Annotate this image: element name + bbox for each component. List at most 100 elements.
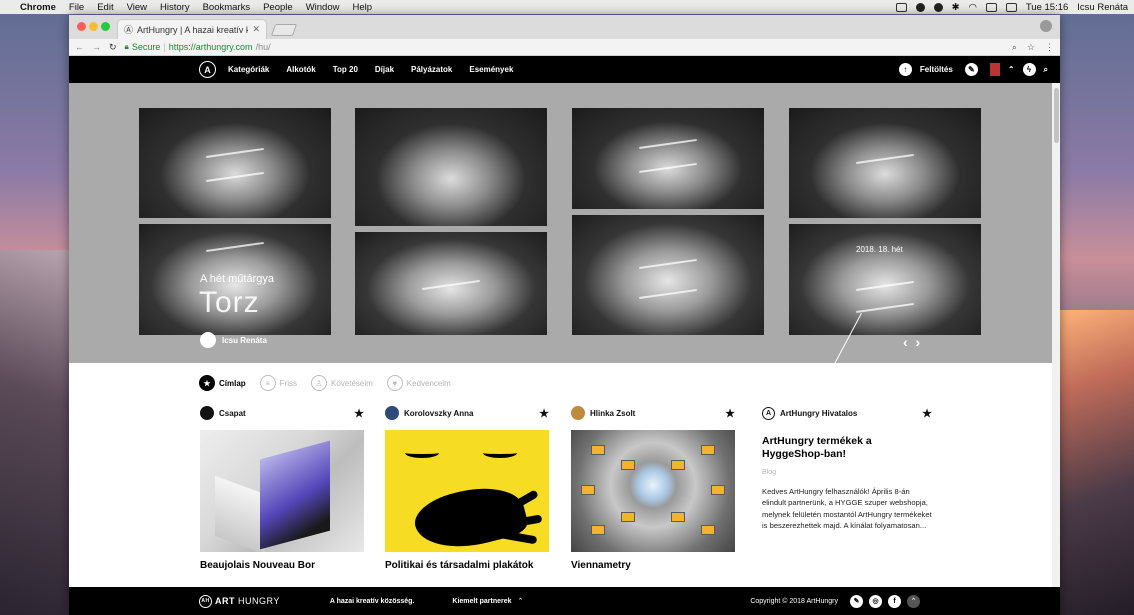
menu-window[interactable]: Window [306, 2, 340, 13]
card-title[interactable]: Viennametry [571, 560, 735, 571]
card-image[interactable] [200, 430, 364, 552]
filter-koveteseim[interactable]: ♙ Követéseim [311, 375, 373, 391]
scroll-top-icon[interactable]: ⌃ [907, 594, 920, 608]
facebook-icon[interactable]: f [888, 594, 901, 608]
instagram-icon[interactable]: ◎ [869, 594, 882, 608]
hero-photo-4-top [789, 108, 981, 218]
nav-alkotok[interactable]: Alkotók [286, 65, 315, 74]
chevron-up-icon[interactable]: ⌃ [518, 597, 524, 605]
caret-up-icon[interactable]: ⌃ [1008, 65, 1015, 74]
battery-icon[interactable] [1005, 2, 1017, 12]
dropbox-icon[interactable] [915, 2, 925, 12]
wifi-icon[interactable]: ◠ [969, 2, 977, 13]
user-avatar[interactable] [989, 63, 1000, 76]
upload-label[interactable]: Feltöltés [920, 65, 953, 74]
zoom-window-button[interactable] [101, 22, 110, 31]
nav-dijak[interactable]: Díjak [375, 65, 394, 74]
hero-author[interactable]: Icsu Renáta [200, 332, 267, 348]
filter-kedvenceim[interactable]: ♥ Kedvenceim [386, 375, 451, 391]
browser-tab-arthungry[interactable]: Ⓐ ArtHungry | A hazai kreatív kö ✕ [117, 19, 267, 39]
blog-category[interactable]: Blog [762, 469, 932, 476]
bluetooth-icon[interactable]: ✱ [952, 2, 960, 13]
person-icon: ♙ [311, 375, 327, 391]
address-bar[interactable]: 🔒︎ Secure | https://arthungry.com/hu/ [125, 41, 1004, 54]
menu-view[interactable]: View [127, 2, 147, 13]
card-author[interactable]: Csapat [219, 409, 246, 418]
timer-icon[interactable] [933, 2, 943, 12]
author-avatar[interactable] [385, 406, 399, 420]
site-footer: AH ART HUNGRY A hazai kreatív közösség. K… [69, 587, 1060, 615]
close-tab-icon[interactable]: ✕ [252, 24, 260, 35]
author-avatar[interactable] [200, 406, 214, 420]
menu-help[interactable]: Help [352, 2, 372, 13]
airplay-icon[interactable] [985, 2, 997, 12]
hero-kicker: A hét műtárgya [200, 273, 274, 285]
menu-file[interactable]: File [69, 2, 84, 13]
list-icon: ≡ [259, 375, 276, 391]
pencil-icon[interactable]: ✎ [850, 594, 863, 608]
arthungry-logo-icon[interactable]: A [199, 61, 216, 78]
menu-bookmarks[interactable]: Bookmarks [203, 2, 251, 13]
reload-icon[interactable]: ↻ [109, 42, 117, 53]
author-avatar[interactable] [571, 406, 585, 420]
page-scrollbar-thumb[interactable] [1054, 88, 1059, 143]
feed-card[interactable]: Hlinka Zsolt ★ Viennametry [571, 405, 735, 571]
blog-card[interactable]: A ArtHungry Hivatalos ★ ArtHungry termék… [762, 405, 932, 532]
feed-card[interactable]: Korolovszky Anna ★ Politikai és társadal… [385, 405, 549, 571]
footer-logo[interactable]: AH ART HUNGRY [199, 594, 280, 608]
menu-kebab-icon[interactable]: ⋮ [1045, 42, 1054, 53]
nav-kategoriak[interactable]: Kategóriák [228, 65, 269, 74]
pencil-icon[interactable]: ✎ [964, 63, 978, 76]
page-scrollbar[interactable] [1052, 83, 1060, 587]
blog-title[interactable]: ArtHungry termékek a HyggeShop-ban! [762, 435, 932, 461]
favorite-star-icon[interactable]: ★ [922, 407, 932, 420]
feed-filters: ★ Címlap ≡ Friss ♙ Követéseim ♥ Kedvence… [199, 375, 451, 391]
mountain-left [0, 250, 70, 615]
nav-palyazatok[interactable]: Pályázatok [411, 65, 452, 74]
creative-cloud-icon[interactable] [895, 2, 907, 12]
filter-label: Kedvenceim [406, 378, 451, 388]
clock[interactable]: Tue 15:16 [1026, 2, 1068, 13]
lightning-icon[interactable]: ϟ [1022, 63, 1036, 76]
blog-excerpt: Kedves ArtHungry felhasználók! Április 8… [762, 487, 932, 531]
favorite-star-icon[interactable]: ★ [354, 407, 364, 420]
forward-icon[interactable]: → [92, 42, 101, 52]
close-window-button[interactable] [77, 22, 86, 31]
filter-cimlap[interactable]: ★ Címlap [199, 375, 246, 391]
card-title[interactable]: Politikai és társadalmi plakátok [385, 560, 549, 571]
favorite-star-icon[interactable]: ★ [539, 407, 549, 420]
hero-artwork-of-week[interactable]: A hét műtárgya Torz Icsu Renáta 2018. 18… [69, 83, 1060, 416]
footer-logo-hungry: HUNGRY [238, 596, 280, 606]
menu-people[interactable]: People [263, 2, 293, 13]
card-author[interactable]: Korolovszky Anna [404, 409, 474, 418]
user-name[interactable]: Icsu Renáta [1077, 2, 1128, 13]
hero-slider-arrows[interactable]: ‹ › [903, 334, 922, 350]
menu-app-name[interactable]: Chrome [20, 2, 56, 13]
minimize-window-button[interactable] [89, 22, 98, 31]
back-icon[interactable]: ← [75, 42, 84, 52]
menu-edit[interactable]: Edit [97, 2, 113, 13]
card-title[interactable]: Beaujolais Nouveau Bor [200, 560, 364, 571]
card-image[interactable] [571, 430, 735, 552]
footer-copyright: Copyright © 2018 ArtHungry [750, 597, 838, 605]
filter-friss[interactable]: ≡ Friss [259, 375, 297, 391]
new-tab-button[interactable] [270, 24, 298, 36]
menu-history[interactable]: History [160, 2, 190, 13]
profile-icon[interactable] [1040, 20, 1052, 32]
bookmark-star-icon[interactable]: ☆ [1027, 42, 1035, 53]
hero-photo-2-bottom [355, 232, 547, 335]
card-author[interactable]: Hlinka Zsolt [590, 409, 635, 418]
zoom-icon[interactable]: ⌕ [1012, 42, 1017, 53]
favorite-star-icon[interactable]: ★ [725, 407, 735, 420]
nav-actions: ↑ Feltöltés ✎ ⌃ ϟ ⌕ [898, 63, 1060, 76]
nav-top20[interactable]: Top 20 [333, 65, 358, 74]
upload-icon[interactable]: ↑ [898, 63, 912, 76]
hero-title[interactable]: Torz [199, 286, 260, 320]
feed-card[interactable]: Csapat ★ Beaujolais Nouveau Bor [200, 405, 364, 571]
search-icon[interactable]: ⌕ [1044, 65, 1048, 75]
footer-partners[interactable]: Kiemelt partnerek [452, 598, 511, 605]
card-author[interactable]: ArtHungry Hivatalos [780, 409, 857, 418]
nav-esemenyek[interactable]: Események [469, 65, 513, 74]
arthungry-logo-icon[interactable]: A [762, 406, 775, 420]
card-image[interactable] [385, 430, 549, 552]
